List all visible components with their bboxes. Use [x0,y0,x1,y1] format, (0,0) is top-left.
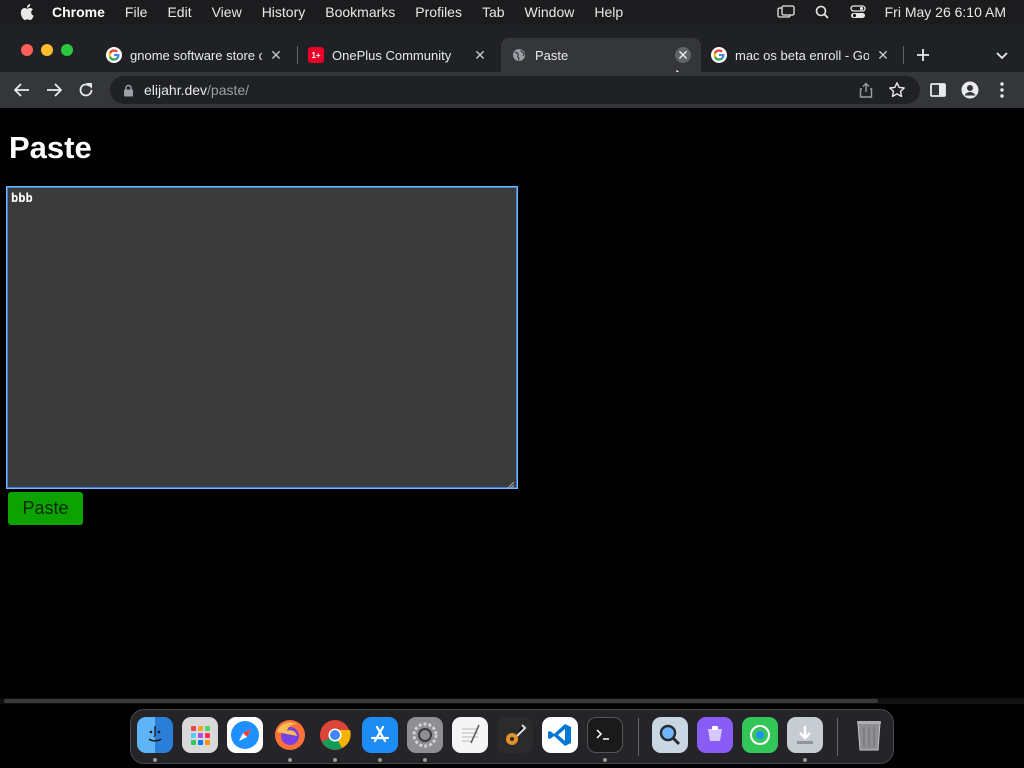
system-preferences-gear-icon[interactable] [407,717,443,753]
screen-mirroring-icon[interactable] [776,4,795,20]
tab-mac-os-beta[interactable]: mac os beta enroll - Goo ✕ [701,38,901,72]
tab-title: Paste [535,47,569,63]
app-store-icon[interactable] [362,717,398,753]
forward-arrow-icon[interactable] [42,78,66,102]
tab-close-icon[interactable]: ✕ [472,47,488,63]
menu-file[interactable]: File [125,4,148,20]
profile-avatar-icon[interactable] [958,78,982,102]
dock-running-indicator [288,758,292,762]
menubar-clock[interactable]: Fri May 26 6:10 AM [885,4,1006,20]
new-tab-plus-icon[interactable] [912,44,934,66]
menu-window[interactable]: Window [525,4,575,20]
paste-textarea-value: bbb [11,191,33,205]
find-my-icon[interactable] [742,717,778,753]
kebab-menu-icon[interactable] [990,78,1014,102]
dock-divider [638,718,639,756]
menu-history[interactable]: History [262,4,306,20]
menu-view[interactable]: View [212,4,242,20]
tab-close-icon[interactable]: ✕ [675,47,691,63]
lock-icon[interactable] [120,82,136,98]
side-panel-icon[interactable] [926,78,950,102]
firefox-icon[interactable] [272,717,308,753]
vscode-icon[interactable] [542,717,578,753]
tab-separator [903,46,904,64]
tab-oneplus-community[interactable]: 1+ OnePlus Community ✕ [298,38,498,72]
scrollbar-thumb[interactable] [4,699,878,703]
google-icon [106,47,122,63]
macos-menubar: Chrome File Edit View History Bookmarks … [0,0,1024,24]
tab-paste[interactable]: Paste ✕ [501,38,701,72]
bookmark-star-icon[interactable] [888,81,906,99]
preview-magnifier-icon[interactable] [652,717,688,753]
spotlight-search-icon[interactable] [813,4,831,20]
window-zoom-button[interactable] [61,44,73,56]
safari-icon[interactable] [227,717,263,753]
paste-textarea[interactable]: bbb [6,186,518,489]
garageband-guitar-icon[interactable] [497,717,533,753]
dock-running-indicator [803,758,807,762]
menu-bookmarks[interactable]: Bookmarks [325,4,395,20]
tab-title: mac os beta enroll - Goo [735,47,869,63]
window-minimize-button[interactable] [41,44,53,56]
url-host: elijahr.dev [144,82,208,98]
tab-title: gnome software store o [130,47,262,63]
terminal-icon[interactable] [587,717,623,753]
dock-divider [837,718,838,756]
menu-app-chrome[interactable]: Chrome [52,4,105,20]
dock-running-indicator [378,758,382,762]
menu-edit[interactable]: Edit [167,4,191,20]
paste-button[interactable]: Paste [8,492,83,525]
resize-grip-icon[interactable] [507,478,515,489]
tab-search-chevron-down-icon[interactable] [992,46,1012,66]
menu-profiles[interactable]: Profiles [415,4,462,20]
tab-close-icon[interactable]: ✕ [268,47,284,63]
control-center-icon[interactable] [849,4,867,20]
browser-tab-strip: gnome software store o ✕ 1+ OnePlus Comm… [0,24,1024,89]
dock-running-indicator [153,758,157,762]
url-path: /paste/ [207,82,250,98]
menu-help[interactable]: Help [594,4,623,20]
page-title: Paste [9,130,92,165]
share-icon[interactable] [858,82,874,98]
dock-running-indicator [423,758,427,762]
downloads-folder-icon[interactable] [787,717,823,753]
horizontal-scrollbar[interactable] [0,698,1024,704]
window-close-button[interactable] [21,44,33,56]
finder-icon[interactable] [137,717,173,753]
tab-title: OnePlus Community [332,47,452,63]
tab-close-icon[interactable]: ✕ [875,47,891,63]
dock-running-indicator [603,758,607,762]
dock-running-indicator [333,758,337,762]
reload-icon[interactable] [74,78,98,102]
launchpad-icon[interactable] [182,717,218,753]
chrome-icon[interactable] [317,717,353,753]
textedit-icon[interactable] [452,717,488,753]
apple-menu-icon[interactable] [18,3,36,21]
globe-icon [511,47,527,63]
oneplus-icon: 1+ [308,47,324,63]
podcasts-icon[interactable] [697,717,733,753]
menu-tab[interactable]: Tab [482,4,505,20]
browser-toolbar: elijahr.dev/paste/ [0,72,1024,108]
macos-dock [130,709,894,764]
tab-gnome-software[interactable]: gnome software store o ✕ [96,38,294,72]
address-bar[interactable]: elijahr.dev/paste/ [110,76,920,104]
page-content: Paste bbb Paste [0,108,1024,700]
google-icon [711,47,727,63]
trash-icon[interactable] [851,717,887,753]
back-arrow-icon[interactable] [10,78,34,102]
